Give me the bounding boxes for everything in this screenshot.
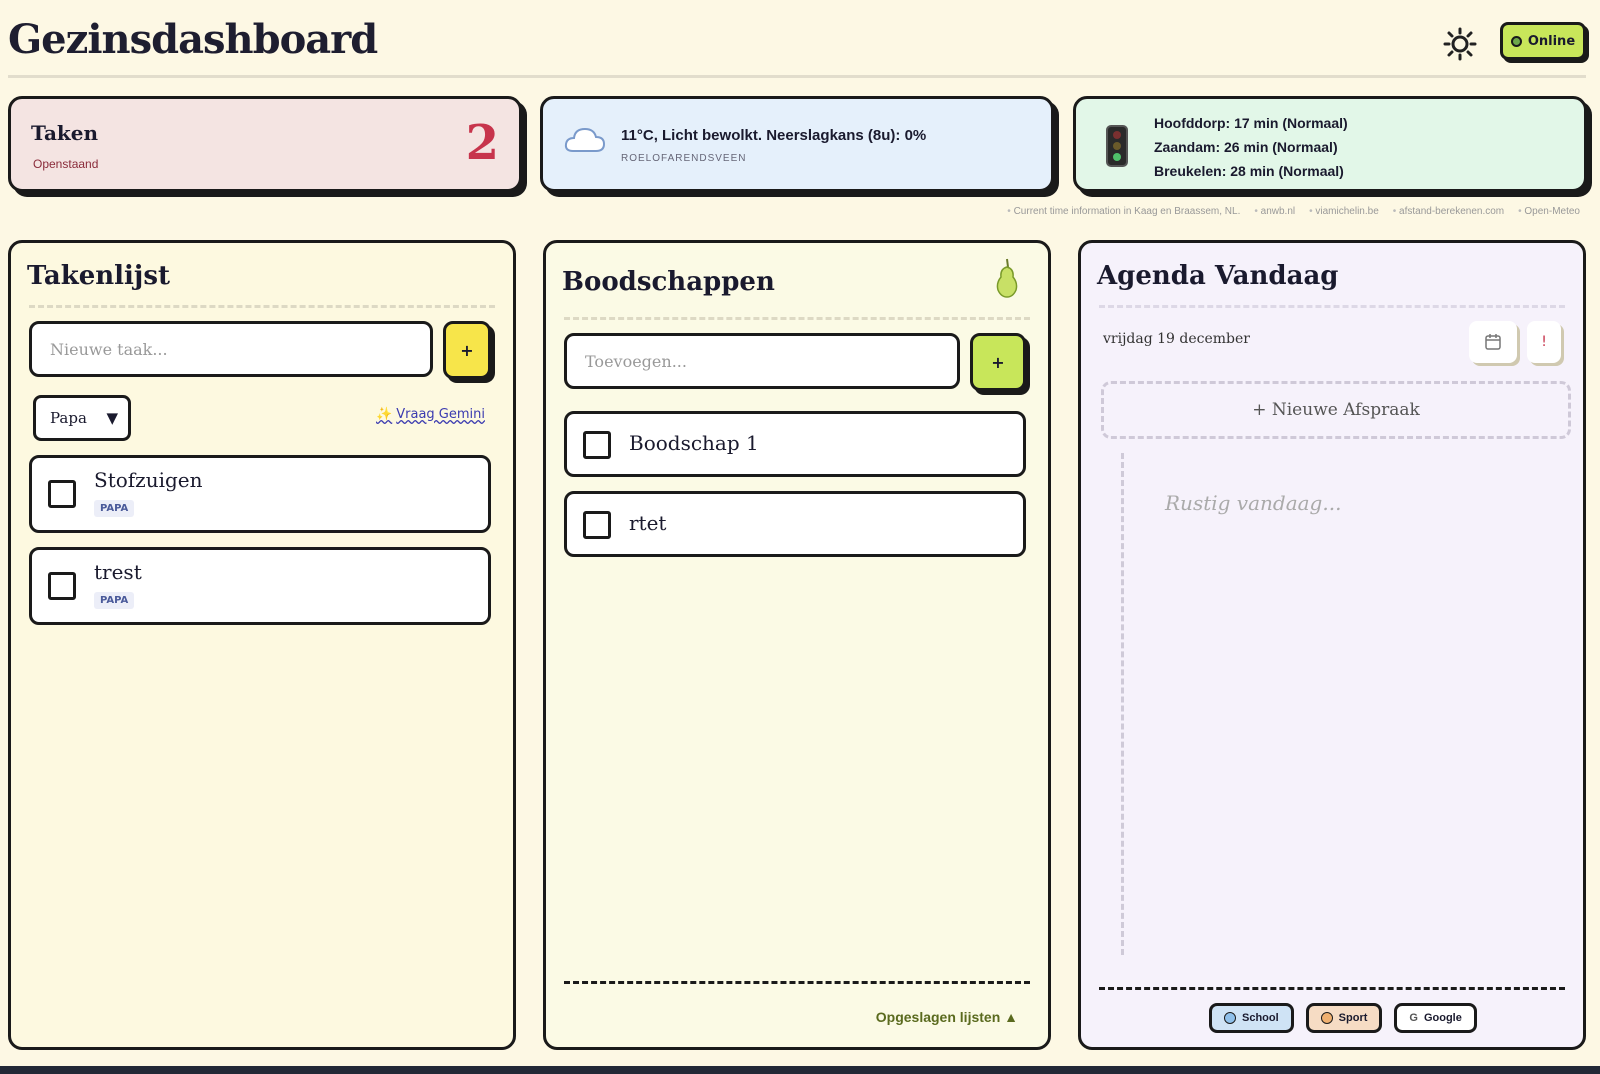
assignee-select[interactable]: Papa ▼: [33, 395, 131, 441]
divider: [564, 317, 1030, 320]
weather-stat-card: 11°C, Licht bewolkt. Neerslagkans (8u): …: [540, 96, 1054, 192]
alert-button[interactable]: !: [1527, 321, 1561, 363]
divider: [1099, 987, 1565, 990]
grocery-title: rtet: [629, 511, 667, 535]
traffic-line: Zaandam: 26 min (Normaal): [1154, 139, 1338, 155]
status-dot-icon: [1510, 35, 1522, 47]
task-item[interactable]: trest PAPA: [29, 547, 491, 625]
timeline-line: [1121, 453, 1124, 955]
calendar-badge-sport[interactable]: Sport: [1305, 1003, 1383, 1033]
grocery-title: Boodschap 1: [629, 431, 759, 455]
source-link[interactable]: Open-Meteo: [1518, 206, 1580, 217]
tasks-stat-count: 2: [465, 115, 499, 171]
sun-icon: [1443, 27, 1477, 61]
divider: [29, 305, 495, 308]
calendar-button[interactable]: [1469, 321, 1517, 363]
traffic-light-icon: [1106, 125, 1128, 167]
tasks-stat-sub: Openstaand: [33, 157, 99, 171]
sources-list: Current time information in Kaag en Braa…: [1007, 206, 1580, 217]
task-title: Stofzuigen: [94, 468, 203, 492]
traffic-stat-card: Hoofddorp: 17 min (Normaal) Zaandam: 26 …: [1073, 96, 1587, 192]
weather-text: 11°C, Licht bewolkt. Neerslagkans (8u): …: [621, 127, 927, 144]
ask-gemini-label: Vraag Gemini: [396, 407, 485, 422]
source-link[interactable]: viamichelin.be: [1309, 206, 1378, 217]
tasks-stat-card[interactable]: Taken Openstaand 2: [8, 96, 522, 192]
header: Gezinsdashboard Online: [8, 10, 1586, 78]
empty-agenda-text: Rustig vandaag...: [1165, 491, 1342, 515]
divider: [564, 981, 1030, 984]
caret-down-icon: ▼: [106, 409, 118, 427]
sport-dot-icon: [1320, 1012, 1333, 1024]
calendar-badge-label: Sport: [1338, 1012, 1368, 1024]
google-icon: G: [1409, 1012, 1418, 1024]
calendar-icon: [1485, 334, 1501, 350]
calendar-sources: School Sport G Google: [1209, 1003, 1477, 1033]
tasks-stat-label: Taken: [31, 121, 99, 145]
online-label: Online: [1527, 33, 1576, 49]
task-assignee-tag: PAPA: [94, 500, 135, 517]
weather-location: ROELOFARENDSVEEN: [621, 153, 747, 164]
calendar-badge-google[interactable]: G Google: [1394, 1003, 1477, 1033]
pear-icon: [996, 258, 1018, 298]
calendar-badge-school[interactable]: School: [1209, 1003, 1294, 1033]
traffic-lines: Hoofddorp: 17 min (Normaal) Zaandam: 26 …: [1154, 111, 1348, 183]
assignee-value: Papa: [50, 409, 87, 427]
add-task-button[interactable]: +: [443, 321, 491, 379]
new-appointment-button[interactable]: + Nieuwe Afspraak: [1101, 381, 1571, 439]
task-assignee-tag: PAPA: [94, 592, 135, 609]
source-link[interactable]: afstand-berekenen.com: [1393, 206, 1504, 217]
grocery-item[interactable]: Boodschap 1: [564, 411, 1026, 477]
traffic-line: Breukelen: 28 min (Normaal): [1154, 163, 1344, 179]
online-status-badge[interactable]: Online: [1500, 22, 1586, 60]
task-checkbox[interactable]: [48, 572, 76, 600]
grocery-checkbox[interactable]: [583, 431, 611, 459]
task-title: trest: [94, 560, 142, 584]
saved-lists-toggle[interactable]: Opgeslagen lijsten ▲: [876, 1009, 1018, 1025]
school-dot-icon: [1224, 1012, 1236, 1024]
task-checkbox[interactable]: [48, 480, 76, 508]
app-title: Gezinsdashboard: [8, 16, 378, 63]
calendar-badge-label: School: [1242, 1012, 1279, 1024]
grocery-checkbox[interactable]: [583, 511, 611, 539]
grocery-item[interactable]: rtet: [564, 491, 1026, 557]
theme-toggle-button[interactable]: [1440, 24, 1480, 64]
new-task-input[interactable]: Nieuwe taak...: [29, 321, 433, 377]
source-link[interactable]: Current time information in Kaag en Braa…: [1007, 206, 1241, 217]
shopping-panel-title: Boodschappen: [562, 267, 775, 297]
shopping-panel: Boodschappen Toevoegen... + Boodschap 1 …: [543, 240, 1051, 1050]
agenda-date: vrijdag 19 december: [1103, 331, 1250, 347]
agenda-panel: Agenda Vandaag vrijdag 19 december ! + N…: [1078, 240, 1586, 1050]
sparkle-icon: ✨: [376, 407, 393, 422]
divider: [1099, 305, 1565, 308]
tasks-panel: Takenlijst Nieuwe taak... + Papa ▼ ✨ Vra…: [8, 240, 516, 1050]
traffic-line: Hoofddorp: 17 min (Normaal): [1154, 115, 1348, 131]
agenda-panel-title: Agenda Vandaag: [1097, 261, 1339, 291]
task-item[interactable]: Stofzuigen PAPA: [29, 455, 491, 533]
calendar-badge-label: Google: [1423, 1012, 1462, 1024]
bottom-bar: [0, 1066, 1600, 1074]
tasks-panel-title: Takenlijst: [27, 261, 170, 291]
ask-gemini-link[interactable]: ✨ Vraag Gemini: [376, 407, 485, 422]
add-grocery-button[interactable]: +: [970, 333, 1026, 391]
source-link[interactable]: anwb.nl: [1254, 206, 1295, 217]
add-grocery-input[interactable]: Toevoegen...: [564, 333, 960, 389]
cloud-icon: [564, 127, 606, 152]
